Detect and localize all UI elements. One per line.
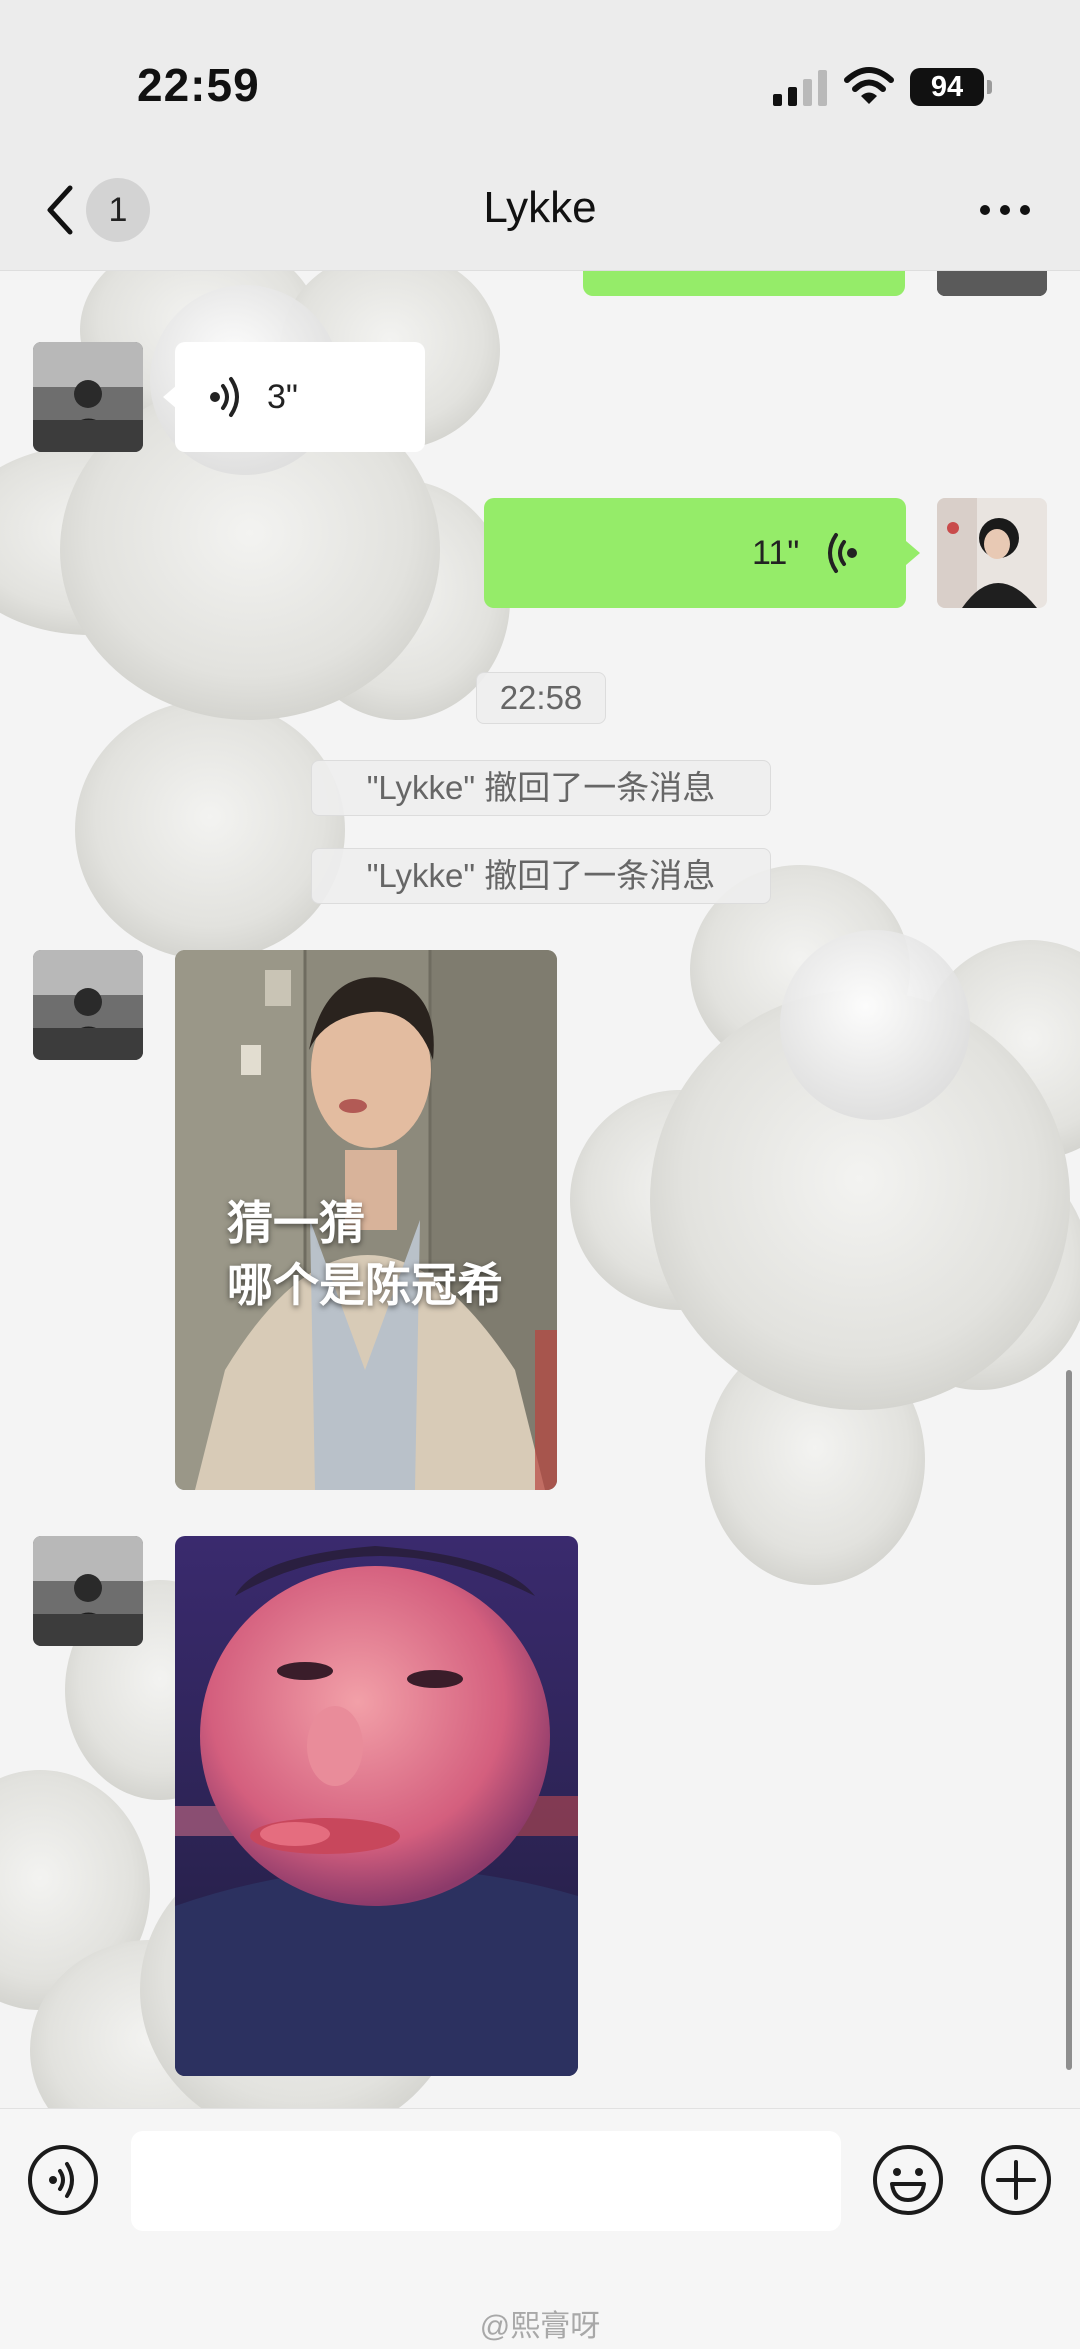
voice-input-icon[interactable] (27, 2144, 99, 2216)
scrollbar[interactable] (1066, 1370, 1072, 2070)
input-bar: @熙膏呀 (0, 2108, 1080, 2349)
voice-playback-icon (828, 533, 857, 573)
chat-title: Lykke (483, 183, 597, 232)
contact-avatar[interactable] (33, 342, 143, 452)
voice-duration: 3" (267, 378, 298, 416)
battery-icon: 94 (910, 68, 984, 106)
wifi-icon (844, 67, 894, 104)
battery-tip (987, 80, 992, 94)
voice-duration: 11" (752, 534, 800, 572)
chat-area[interactable]: 3" 11" 22:58 "Lykke" 撤回了一条消息 "Lykke" 撤回了… (0, 270, 1080, 2108)
my-avatar[interactable] (937, 270, 1047, 296)
incoming-image-message[interactable] (175, 1536, 578, 2076)
my-avatar[interactable] (937, 498, 1047, 608)
contact-avatar[interactable] (33, 950, 143, 1060)
system-message-recalled: "Lykke" 撤回了一条消息 (311, 848, 771, 904)
incoming-image-message[interactable]: 猜一猜 哪个是陈冠希 (175, 950, 557, 1490)
bubble-tail (906, 541, 920, 565)
timestamp: 22:58 (476, 672, 606, 724)
incoming-voice-bubble[interactable]: 3" (175, 342, 425, 452)
outgoing-voice-bubble[interactable]: 11" (484, 498, 906, 608)
emoji-icon[interactable] (872, 2144, 944, 2216)
message-input[interactable] (131, 2131, 841, 2231)
image-caption: 猜一猜 哪个是陈冠希 (227, 1197, 503, 1311)
outgoing-text-bubble[interactable] (583, 270, 905, 296)
cellular-signal-icon (773, 70, 827, 106)
weibo-watermark: @熙膏呀 (479, 2310, 601, 2343)
top-bar: 22:59 94 1 Lykke (0, 0, 1080, 271)
more-dots-icon[interactable] (978, 196, 1032, 224)
status-time: 22:59 (137, 59, 260, 111)
plus-icon[interactable] (980, 2144, 1052, 2216)
voice-playback-icon (210, 377, 239, 417)
system-message-recalled: "Lykke" 撤回了一条消息 (311, 760, 771, 816)
contact-avatar[interactable] (33, 1536, 143, 1646)
